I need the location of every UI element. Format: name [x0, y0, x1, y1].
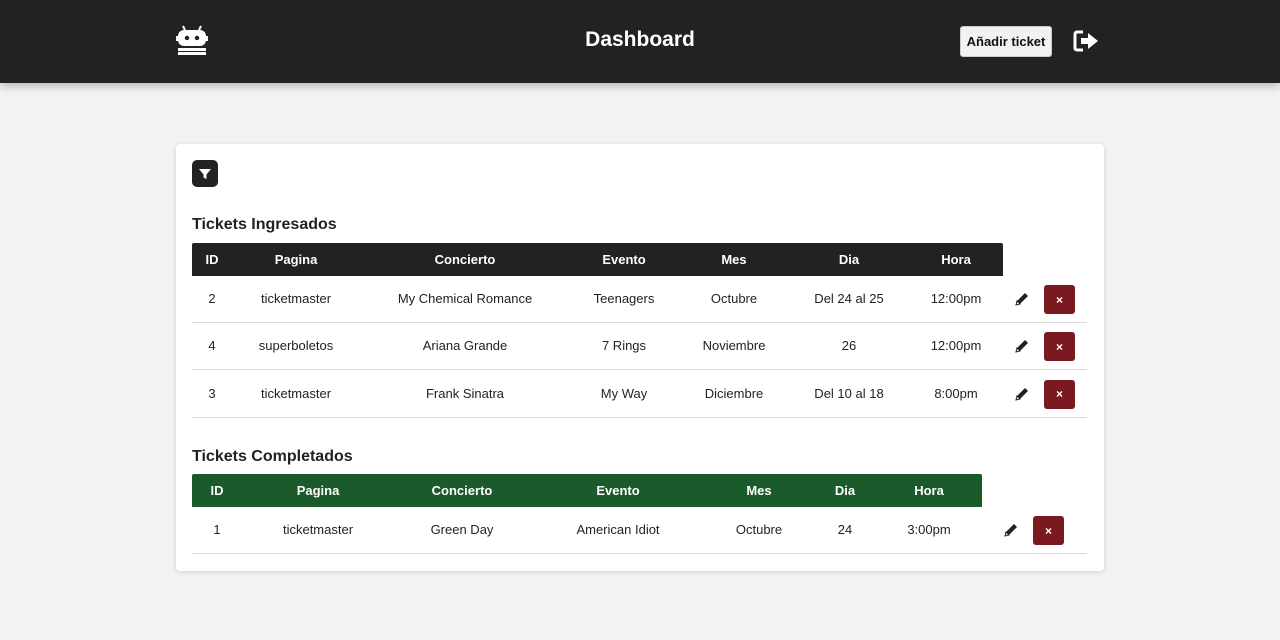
cell-pagina: superboletos	[258, 338, 334, 354]
table-row: 2 ticketmaster My Chemical Romance Teenager…	[192, 276, 1087, 323]
cell-dia: 24	[837, 522, 853, 537]
cell-dia: 26	[841, 338, 857, 354]
close-icon: ×	[1055, 292, 1063, 307]
delete-button[interactable]: ×	[1033, 516, 1064, 545]
column-header-pagina: Pagina	[274, 252, 318, 267]
cell-evento: Teenagers	[593, 291, 655, 306]
cell-dia: Del 10 al 18	[814, 385, 884, 401]
table-header-ingresados: ID Pagina Concierto Evento Mes Dia Hora	[192, 243, 1003, 276]
section-title-completados: Tickets Completados	[192, 448, 353, 465]
pencil-icon[interactable]	[1014, 291, 1030, 307]
column-header-concierto: Concierto	[434, 252, 496, 267]
cell-id: 4	[208, 338, 216, 354]
cell-pagina: ticketmaster	[260, 291, 332, 306]
column-header-id: ID	[205, 252, 219, 267]
delete-button[interactable]: ×	[1044, 285, 1075, 314]
robot-icon[interactable]	[175, 24, 209, 56]
close-icon: ×	[1055, 387, 1063, 402]
cell-evento: 7 Rings	[601, 338, 647, 354]
filter-button[interactable]	[192, 160, 218, 187]
column-header-evento: Evento	[602, 252, 646, 267]
column-header-id: ID	[210, 483, 224, 498]
add-ticket-button[interactable]: Añadir ticket	[960, 26, 1052, 57]
cell-hora: 8:00pm	[934, 385, 978, 401]
section-title-ingresados: Tickets Ingresados	[192, 216, 337, 233]
column-header-dia: Dia	[834, 483, 856, 498]
column-header-mes: Mes	[721, 252, 747, 267]
top-navbar: Dashboard Añadir ticket	[0, 0, 1280, 83]
cell-mes: Octubre	[735, 522, 783, 537]
cell-hora: 12:00pm	[930, 338, 982, 354]
cell-evento: My Way	[600, 385, 648, 401]
table-row: 3 ticketmaster Frank Sinatra My Way Diciembr…	[192, 371, 1087, 418]
cell-mes: Diciembre	[704, 385, 764, 401]
pencil-icon[interactable]	[1014, 338, 1030, 354]
cell-concierto: Frank Sinatra	[425, 385, 505, 401]
cell-id: 2	[208, 291, 216, 306]
column-header-pagina: Pagina	[296, 483, 340, 498]
delete-button[interactable]: ×	[1044, 332, 1075, 362]
cell-pagina: ticketmaster	[260, 385, 332, 401]
cell-pagina: ticketmaster	[282, 522, 354, 537]
cell-hora: 3:00pm	[907, 522, 951, 537]
cell-concierto: Ariana Grande	[422, 338, 508, 354]
tickets-card: Tickets Ingresados ID Pagina Concierto Even…	[176, 144, 1104, 571]
column-header-dia: Dia	[838, 252, 860, 267]
column-header-hora: Hora	[914, 483, 944, 498]
cell-dia: Del 24 al 25	[814, 291, 884, 306]
close-icon: ×	[1044, 523, 1052, 538]
filter-icon	[199, 168, 211, 179]
table-header-completados: ID Pagina Concierto Evento Mes Dia Hora	[192, 474, 982, 507]
cell-evento: American Idiot	[576, 522, 660, 537]
close-icon: ×	[1055, 339, 1063, 354]
cell-id: 1	[213, 522, 221, 537]
column-header-mes: Mes	[746, 483, 772, 498]
table-row: 1 ticketmaster Green Day American Idiot Octu…	[192, 507, 1087, 554]
column-header-hora: Hora	[941, 252, 971, 267]
cell-concierto: Green Day	[430, 522, 494, 537]
pencil-icon[interactable]	[1014, 386, 1030, 402]
table-row: 4 superboletos Ariana Grande 7 Rings Noviemb…	[192, 323, 1087, 371]
pencil-icon[interactable]	[1003, 522, 1019, 538]
sign-out-icon[interactable]	[1073, 30, 1099, 52]
cell-mes: Octubre	[710, 291, 758, 306]
cell-concierto: My Chemical Romance	[397, 291, 533, 306]
column-header-concierto: Concierto	[431, 483, 493, 498]
column-header-evento: Evento	[596, 483, 640, 498]
cell-hora: 12:00pm	[930, 291, 982, 306]
cell-id: 3	[208, 385, 216, 401]
delete-button[interactable]: ×	[1044, 379, 1075, 409]
cell-mes: Noviembre	[702, 338, 766, 354]
